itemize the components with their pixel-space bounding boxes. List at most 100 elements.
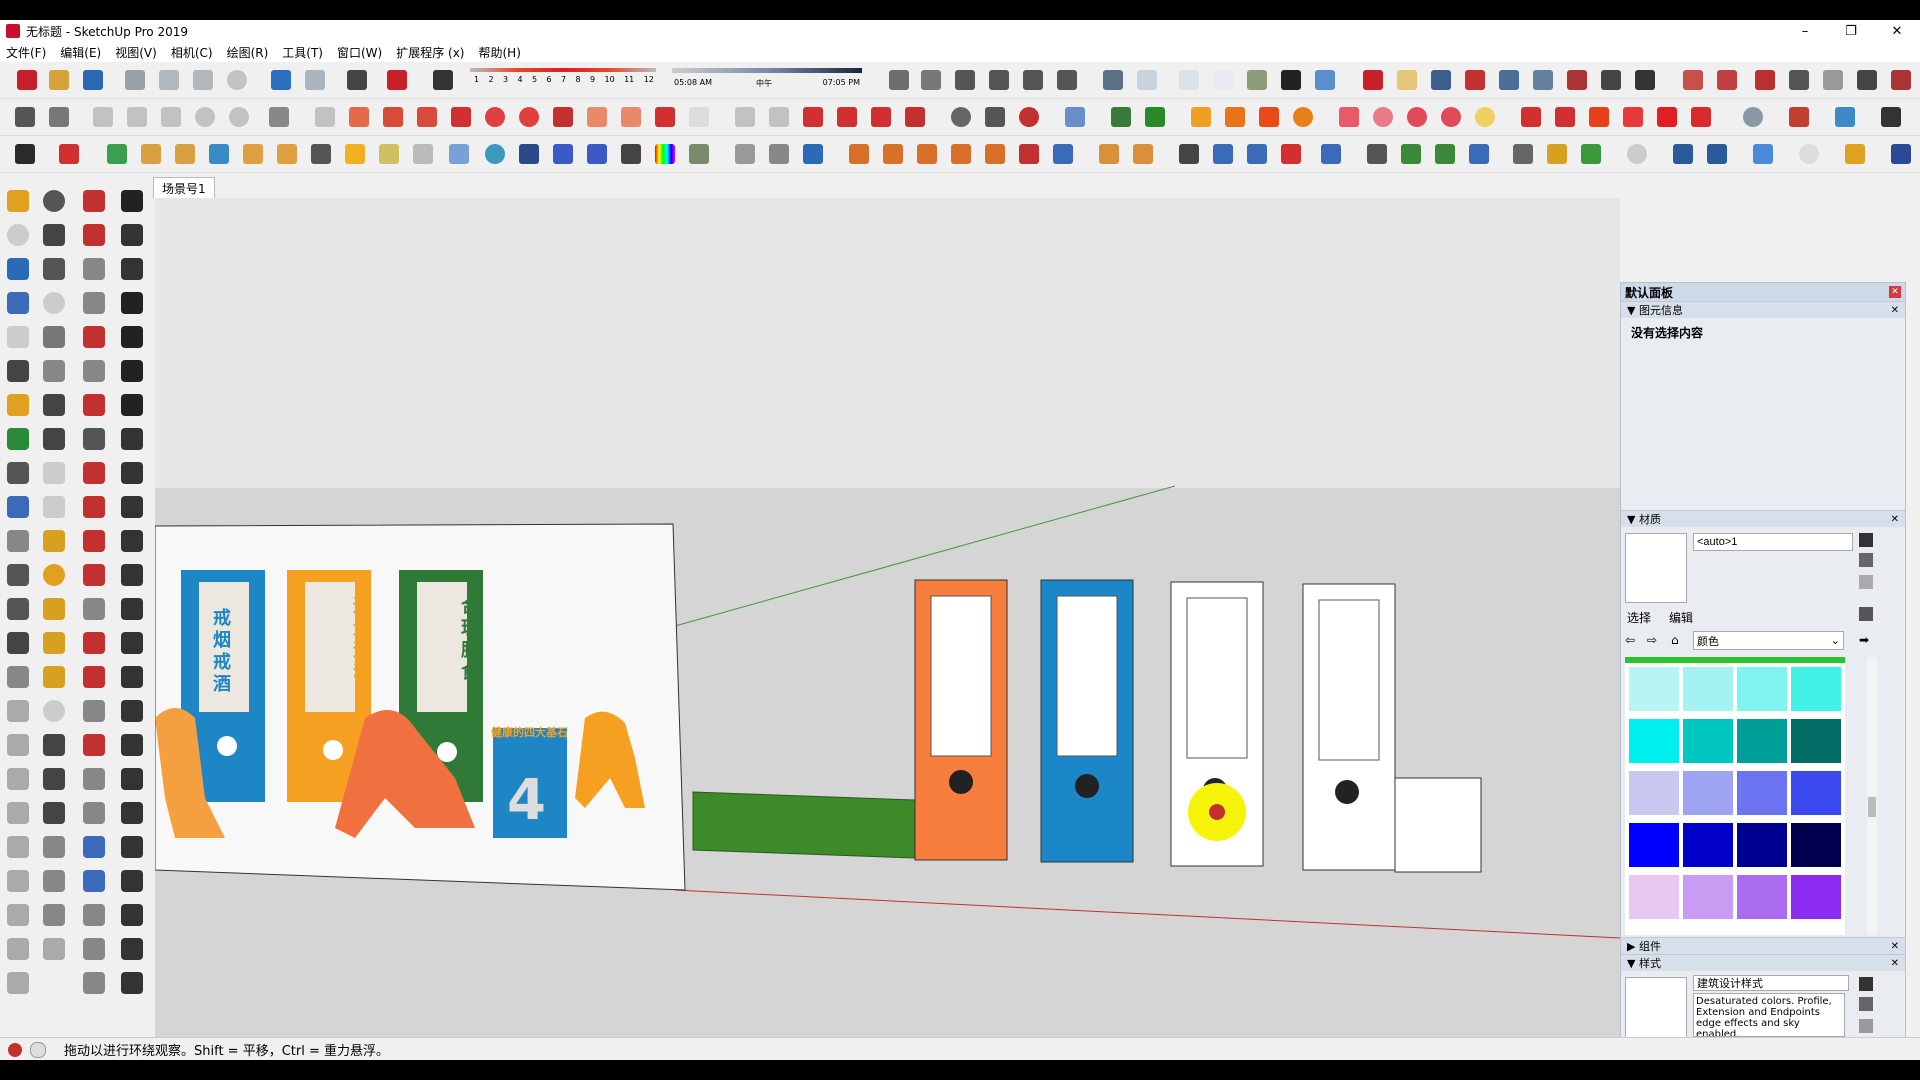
create-style-icon[interactable] xyxy=(1859,977,1873,991)
left-tool-55[interactable] xyxy=(80,629,108,657)
color-swatch[interactable] xyxy=(1791,771,1841,815)
tool-r3-27-button[interactable] xyxy=(948,141,974,167)
tool-r3-43-button[interactable] xyxy=(1544,141,1570,167)
left-tool-65[interactable] xyxy=(4,731,32,759)
left-tool-31[interactable] xyxy=(80,425,108,453)
details-arrow-icon[interactable]: ➡ xyxy=(1859,633,1869,647)
left-tool-63[interactable] xyxy=(80,697,108,725)
left-tool-92[interactable] xyxy=(118,935,146,963)
material-name-input[interactable] xyxy=(1693,533,1853,551)
orbit-button[interactable] xyxy=(1360,67,1386,93)
tool-r2-7-button[interactable] xyxy=(226,104,252,130)
left-tool-52[interactable] xyxy=(118,595,146,623)
tool-r3-37-button[interactable] xyxy=(1318,141,1344,167)
left-tool-34[interactable] xyxy=(40,459,68,487)
tool-r3-51-button[interactable] xyxy=(1888,141,1914,167)
left-tool-19[interactable] xyxy=(80,323,108,351)
tool-r2-42-button[interactable] xyxy=(1518,104,1544,130)
left-tool-38[interactable] xyxy=(40,493,68,521)
tool-r2-36-button[interactable] xyxy=(1290,104,1316,130)
color-swatch[interactable] xyxy=(1791,667,1841,711)
extension-2-button[interactable] xyxy=(1714,67,1740,93)
tool-r2-34-button[interactable] xyxy=(1222,104,1248,130)
left-tool-59[interactable] xyxy=(80,663,108,691)
tool-r3-33-button[interactable] xyxy=(1176,141,1202,167)
position-camera-button[interactable] xyxy=(1564,67,1590,93)
left-tool-90[interactable] xyxy=(40,935,68,963)
left-tool-18[interactable] xyxy=(40,323,68,351)
left-tool-11[interactable] xyxy=(80,255,108,283)
previous-view-button[interactable] xyxy=(1530,67,1556,93)
tool-r2-3-button[interactable] xyxy=(90,104,116,130)
color-swatch[interactable] xyxy=(1683,771,1733,815)
components-close-icon[interactable]: ✕ xyxy=(1891,941,1899,952)
tool-r3-32-button[interactable] xyxy=(1130,141,1156,167)
tool-r3-7-button[interactable] xyxy=(240,141,266,167)
tool-r2-19-button[interactable] xyxy=(652,104,678,130)
tool-r3-12-button[interactable] xyxy=(410,141,436,167)
create-material-icon[interactable] xyxy=(1859,533,1873,547)
info-icon[interactable] xyxy=(30,1041,46,1058)
cut-button[interactable] xyxy=(122,67,148,93)
tool-r3-40-button[interactable] xyxy=(1432,141,1458,167)
tool-r3-31-button[interactable] xyxy=(1096,141,1122,167)
tool-r2-27-button[interactable] xyxy=(948,104,974,130)
left-tool-35[interactable] xyxy=(80,459,108,487)
left-tool-15[interactable] xyxy=(80,289,108,317)
color-swatch[interactable] xyxy=(1737,667,1787,711)
color-swatch[interactable] xyxy=(1683,875,1733,919)
tool-r3-24-button[interactable] xyxy=(846,141,872,167)
left-tool-5[interactable] xyxy=(4,221,32,249)
tool-r3-10-button[interactable] xyxy=(342,141,368,167)
menu-tools[interactable]: 工具(T) xyxy=(282,44,323,61)
left-tool-68[interactable] xyxy=(118,731,146,759)
left-tool-9[interactable] xyxy=(4,255,32,283)
tool-r2-38-button[interactable] xyxy=(1370,104,1396,130)
left-tool-16[interactable] xyxy=(118,289,146,317)
tool-r2-43-button[interactable] xyxy=(1552,104,1578,130)
tool-r3-11-button[interactable] xyxy=(376,141,402,167)
forward-icon[interactable]: ⇨ xyxy=(1647,633,1657,647)
tool-r3-8-button[interactable] xyxy=(274,141,300,167)
left-tool-66[interactable] xyxy=(40,731,68,759)
update-style-icon[interactable] xyxy=(1859,997,1873,1011)
left-tool-13[interactable] xyxy=(4,289,32,317)
tool-r3-42-button[interactable] xyxy=(1510,141,1536,167)
back-edges-button[interactable] xyxy=(1134,67,1160,93)
color-swatch[interactable] xyxy=(1737,875,1787,919)
styles-close-icon[interactable]: ✕ xyxy=(1891,958,1899,969)
left-tool-80[interactable] xyxy=(118,833,146,861)
extension-5-button[interactable] xyxy=(1820,67,1846,93)
tool-r3-35-button[interactable] xyxy=(1244,141,1270,167)
left-tool-87[interactable] xyxy=(80,901,108,929)
menu-draw[interactable]: 绘图(R) xyxy=(227,44,269,61)
tool-r3-4-button[interactable] xyxy=(138,141,164,167)
left-tool-17[interactable] xyxy=(4,323,32,351)
tool-r2-49-button[interactable] xyxy=(1786,104,1812,130)
left-tool-60[interactable] xyxy=(118,663,146,691)
materials-header[interactable]: ▼ 材质 ✕ xyxy=(1621,510,1905,527)
back-view-button[interactable] xyxy=(1020,67,1046,93)
hidden-line-button[interactable] xyxy=(1210,67,1236,93)
left-tool-41[interactable] xyxy=(4,527,32,555)
left-tool-45[interactable] xyxy=(4,561,32,589)
left-tool-83[interactable] xyxy=(80,867,108,895)
left-tool-64[interactable] xyxy=(118,697,146,725)
left-tool-43[interactable] xyxy=(80,527,108,555)
left-tool-42[interactable] xyxy=(40,527,68,555)
tool-r2-24-button[interactable] xyxy=(834,104,860,130)
tool-r2-20-button[interactable] xyxy=(686,104,712,130)
left-tool-91[interactable] xyxy=(80,935,108,963)
left-tool-82[interactable] xyxy=(40,867,68,895)
menu-edit[interactable]: 编辑(E) xyxy=(60,44,101,61)
tool-r2-10-button[interactable] xyxy=(346,104,372,130)
paste-button[interactable] xyxy=(190,67,216,93)
left-tool-53[interactable] xyxy=(4,629,32,657)
left-tool-79[interactable] xyxy=(80,833,108,861)
swatch-scrollbar-thumb[interactable] xyxy=(1868,797,1876,817)
tool-r2-23-button[interactable] xyxy=(800,104,826,130)
home-icon[interactable]: ⌂ xyxy=(1671,633,1679,647)
swatch-scrollbar[interactable] xyxy=(1867,657,1877,935)
minimize-button[interactable]: – xyxy=(1782,20,1828,42)
tool-r2-51-button[interactable] xyxy=(1878,104,1904,130)
